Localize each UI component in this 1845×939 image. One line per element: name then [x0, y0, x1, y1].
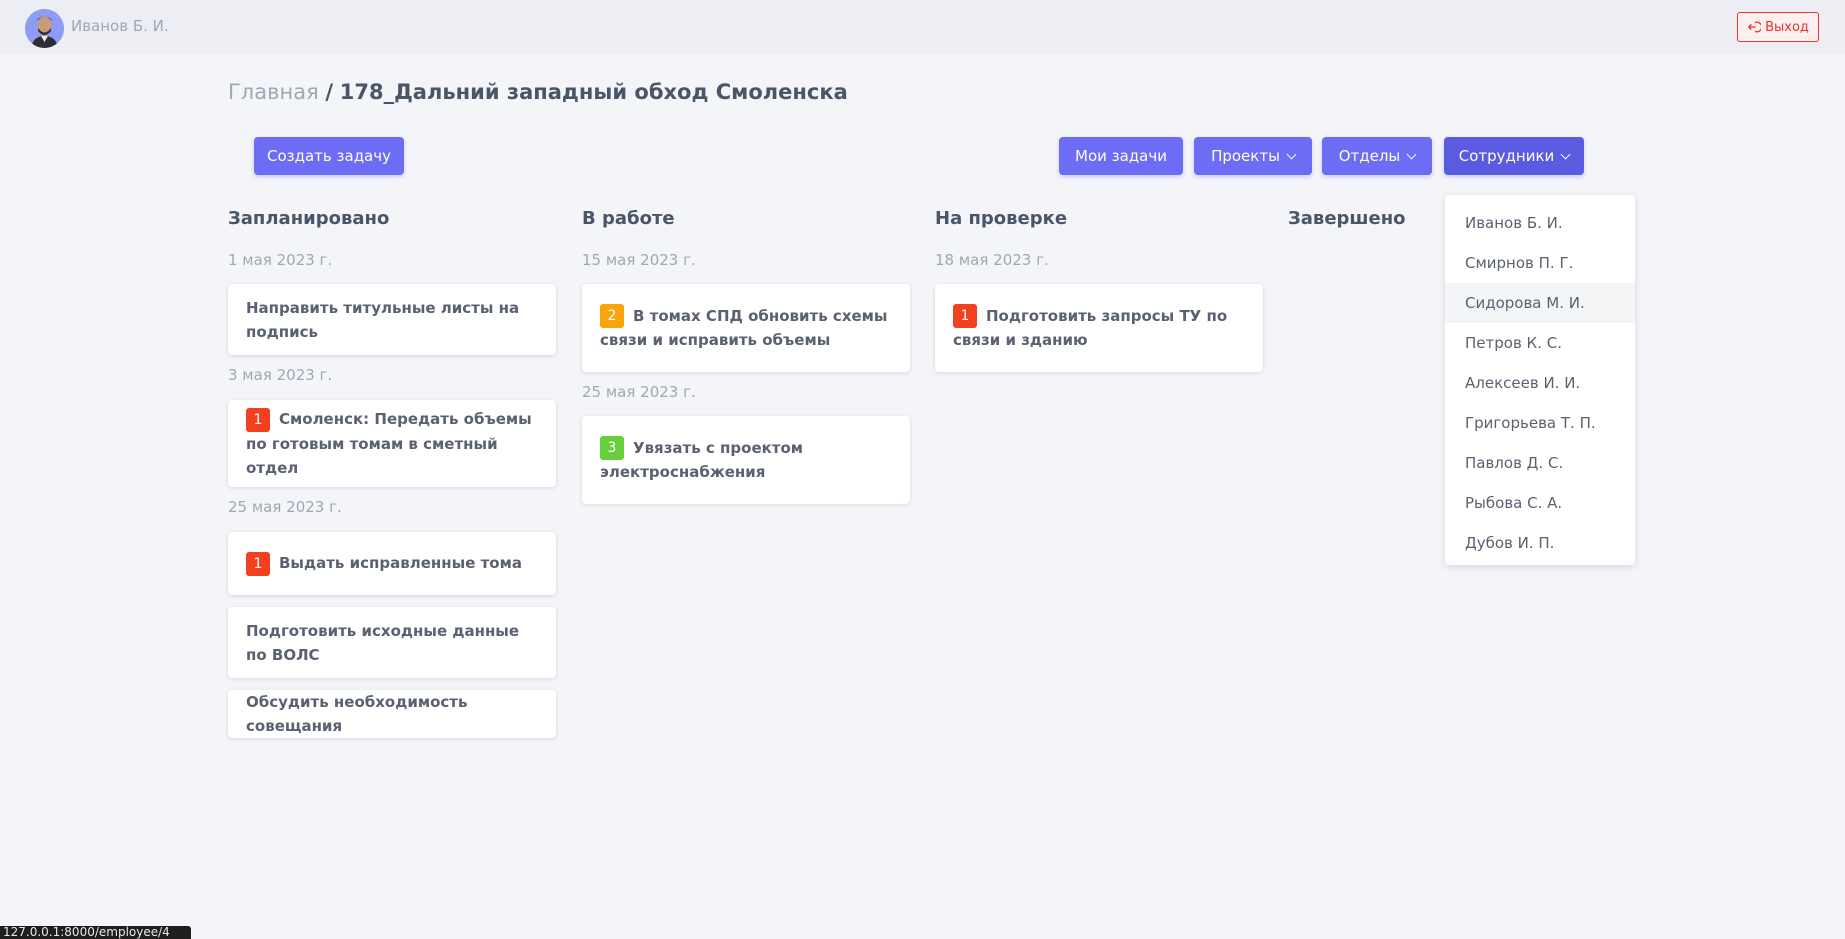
projects-label: Проекты — [1211, 147, 1280, 165]
employee-menu-item[interactable]: Дубов И. П. — [1445, 523, 1635, 563]
task-card[interactable]: 1 Смоленск: Передать объемы по готовым то… — [228, 400, 556, 487]
departments-label: Отделы — [1338, 147, 1401, 165]
breadcrumb-separator: / — [325, 80, 334, 104]
employee-menu-item[interactable]: Павлов Д. С. — [1445, 443, 1635, 483]
date-group-label: 3 мая 2023 г. — [228, 366, 333, 384]
column-title-done: Завершено — [1288, 208, 1406, 229]
my-tasks-label: Мои задачи — [1075, 147, 1167, 165]
date-group-label: 25 мая 2023 г. — [228, 498, 342, 516]
column-title-review: На проверке — [935, 208, 1068, 229]
projects-dropdown-button[interactable]: Проекты — [1194, 137, 1312, 175]
task-card[interactable]: 1 Выдать исправленные тома — [228, 532, 556, 595]
date-group-label: 1 мая 2023 г. — [228, 251, 333, 269]
user-name: Иванов Б. И. — [71, 17, 169, 35]
task-card[interactable]: Направить титульные листы на подпись — [228, 284, 556, 355]
task-title: Подготовить запросы ТУ по связи и зданию — [953, 306, 1228, 350]
employee-menu-item[interactable]: Рыбова С. А. — [1445, 483, 1635, 523]
task-card[interactable]: 3 Увязать с проектом электроснабжения — [582, 416, 910, 504]
employees-label: Сотрудники — [1458, 147, 1555, 165]
priority-badge: 3 — [600, 436, 624, 461]
column-title-in-progress: В работе — [582, 208, 675, 229]
chevron-down-icon — [1286, 149, 1297, 159]
chevron-down-icon — [1560, 149, 1571, 159]
employee-menu-item[interactable]: Григорьева Т. П. — [1445, 403, 1635, 443]
task-title: Подготовить исходные данные по ВОЛС — [246, 621, 520, 664]
logout-label: Выход — [1765, 19, 1809, 35]
logout-icon — [1747, 21, 1762, 33]
top-bar: Иванов Б. И. Выход — [0, 0, 1845, 54]
my-tasks-button[interactable]: Мои задачи — [1059, 137, 1183, 175]
task-title: В томах СПД обновить схемы связи и испра… — [600, 306, 888, 350]
employee-menu-item[interactable]: Алексеев И. И. — [1445, 363, 1635, 403]
breadcrumb: Главная / 178_Дальний западный обход Смо… — [228, 80, 848, 104]
create-task-label: Создать задачу — [266, 147, 391, 165]
avatar-portrait-icon — [25, 9, 64, 48]
task-title: Смоленск: Передать объемы по готовым том… — [246, 410, 532, 477]
task-title: Увязать с проектом электроснабжения — [600, 438, 804, 482]
logout-button[interactable]: Выход — [1737, 12, 1819, 42]
employee-menu-item[interactable]: Смирнов П. Г. — [1445, 243, 1635, 283]
task-card[interactable]: Обсудить необходимость совещания — [228, 690, 556, 738]
employees-dropdown-button[interactable]: Сотрудники — [1444, 137, 1584, 175]
departments-dropdown-button[interactable]: Отделы — [1322, 137, 1432, 175]
priority-badge: 2 — [600, 304, 624, 329]
employees-dropdown-menu: Иванов Б. И. Смирнов П. Г. Сидорова М. И… — [1445, 195, 1635, 565]
task-card[interactable]: Подготовить исходные данные по ВОЛС — [228, 607, 556, 678]
status-bar-url: 127.0.0.1:8000/employee/4 — [0, 926, 191, 939]
task-title: Выдать исправленные тома — [279, 554, 522, 573]
priority-badge: 1 — [246, 407, 270, 432]
create-task-button[interactable]: Создать задачу — [254, 137, 404, 175]
employee-menu-item[interactable]: Петров К. С. — [1445, 323, 1635, 363]
breadcrumb-home-link[interactable]: Главная — [228, 80, 319, 104]
breadcrumb-project-title: 178_Дальний западный обход Смоленска — [339, 80, 848, 104]
employee-menu-item[interactable]: Сидорова М. И. — [1445, 283, 1635, 323]
date-group-label: 18 мая 2023 г. — [935, 251, 1049, 269]
priority-badge: 1 — [953, 304, 977, 329]
column-title-planned: Запланировано — [228, 208, 390, 229]
chevron-down-icon — [1406, 149, 1417, 159]
user-avatar[interactable] — [25, 9, 64, 48]
task-card[interactable]: 1 Подготовить запросы ТУ по связи и здани… — [935, 284, 1263, 372]
employee-menu-item[interactable]: Иванов Б. И. — [1445, 203, 1635, 243]
date-group-label: 15 мая 2023 г. — [582, 251, 696, 269]
date-group-label: 25 мая 2023 г. — [582, 383, 696, 401]
task-card[interactable]: 2В томах СПД обновить схемы связи и испр… — [582, 284, 910, 372]
priority-badge: 1 — [246, 551, 270, 576]
task-title: Обсудить необходимость совещания — [246, 693, 468, 735]
task-title: Направить титульные листы на подпись — [246, 298, 520, 341]
